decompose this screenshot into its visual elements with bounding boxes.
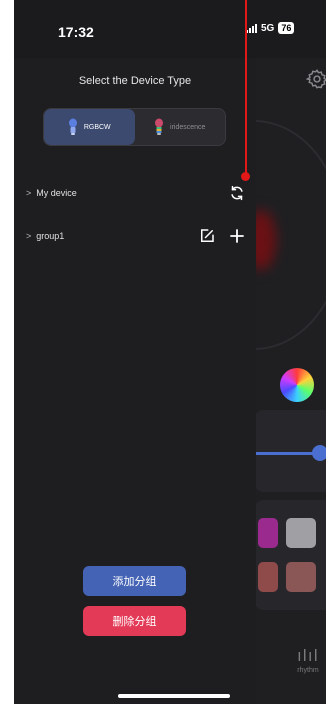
home-indicator[interactable]	[118, 694, 230, 698]
group-row-group1[interactable]: > group1	[26, 226, 246, 246]
status-time: 17:32	[58, 24, 94, 40]
tab-rhythm-label: rhythm	[297, 667, 319, 674]
device-type-rgbcw[interactable]: RGBCW	[44, 109, 135, 145]
color-wheel-icon[interactable]	[280, 368, 314, 402]
rgbcw-bulb-icon	[68, 118, 77, 135]
group-label: group1	[36, 231, 65, 241]
device-type-iridescence[interactable]: iridescence	[135, 109, 226, 145]
annotation-pointer-line	[245, 0, 247, 176]
device-drawer: Select the Device Type RGBCW iridescence…	[14, 58, 256, 704]
delete-group-button[interactable]: 删除分组	[83, 606, 186, 636]
chevron-right-icon: >	[26, 188, 32, 198]
annotation-pointer-dot	[241, 172, 250, 181]
rhythm-icon: ılıl	[297, 646, 319, 665]
group-label: My device	[36, 188, 77, 198]
plus-icon[interactable]	[228, 227, 246, 245]
device-type-iridescence-label: iridescence	[170, 123, 206, 131]
status-indicators: 5G 76	[246, 22, 295, 34]
phone-screen: ılıl rhythm 17:32 5G 76 Select the Devic…	[14, 0, 326, 704]
device-type-rgbcw-label: RGBCW	[83, 123, 111, 131]
tab-rhythm[interactable]: ılıl rhythm	[290, 646, 326, 674]
brightness-slider-track[interactable]	[254, 452, 318, 455]
chevron-right-icon: >	[26, 231, 32, 241]
color-swatch[interactable]	[258, 518, 278, 548]
color-swatches-card	[254, 500, 326, 610]
refresh-icon[interactable]	[228, 184, 246, 202]
add-group-button[interactable]: 添加分组	[83, 566, 186, 596]
gear-icon[interactable]	[306, 68, 326, 90]
brightness-slider-knob[interactable]	[312, 445, 326, 461]
edit-icon[interactable]	[198, 227, 216, 245]
status-bar: 17:32 5G 76	[14, 0, 326, 58]
color-swatch[interactable]	[286, 562, 316, 592]
device-type-selector: RGBCW iridescence	[43, 108, 226, 146]
drawer-title: Select the Device Type	[78, 75, 192, 87]
color-swatch[interactable]	[258, 562, 278, 592]
network-type: 5G	[261, 22, 275, 34]
iridescence-bulb-icon	[155, 118, 164, 135]
battery-icon: 76	[278, 22, 295, 34]
signal-icon	[246, 23, 257, 33]
group-row-my-device[interactable]: > My device	[26, 183, 246, 203]
color-swatch[interactable]	[286, 518, 316, 548]
